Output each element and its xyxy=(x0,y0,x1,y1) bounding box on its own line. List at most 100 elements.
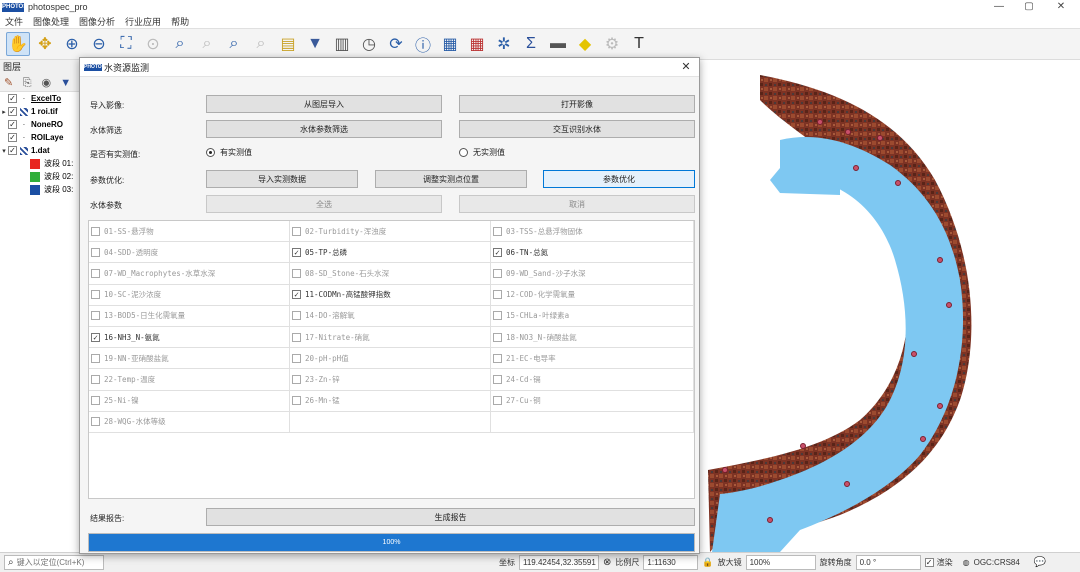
measure-icon[interactable]: ▬ xyxy=(546,32,570,56)
param-checkbox[interactable] xyxy=(493,311,502,321)
param-item[interactable]: 28-WQG-水体等级 xyxy=(89,411,290,433)
messages-icon[interactable]: 💬 xyxy=(1034,557,1046,568)
refresh-icon[interactable]: ⟳ xyxy=(384,32,408,56)
layer-row[interactable]: ▾ ✓ 1.dat xyxy=(0,144,79,157)
param-checkbox[interactable] xyxy=(292,374,301,384)
style-icon[interactable]: ✎ xyxy=(4,76,18,90)
param-checkbox[interactable] xyxy=(292,332,301,342)
lock-icon[interactable]: 🔒 xyxy=(702,557,713,568)
from-layer-button[interactable]: 从图层导入 xyxy=(206,95,442,113)
calculator-icon[interactable]: ▦ xyxy=(465,32,489,56)
param-item[interactable]: 10-SC-泥沙浓度 xyxy=(89,284,290,306)
globe-icon[interactable]: ◍ xyxy=(963,558,970,567)
param-item[interactable]: 23-Zn-锌 xyxy=(290,369,491,391)
render-checkbox[interactable]: ✓ xyxy=(924,558,934,567)
radio-no-dot[interactable] xyxy=(459,148,468,157)
param-item[interactable]: 13-BOD5-日生化需氧量 xyxy=(89,305,290,327)
magnifier-value[interactable]: 100% xyxy=(745,555,816,570)
zoom-selection-icon[interactable]: ⌕ xyxy=(168,32,192,56)
locator-input[interactable] xyxy=(16,558,97,567)
layer-visibility-checkbox[interactable]: ✓ xyxy=(8,94,17,103)
clock-icon[interactable]: ◷ xyxy=(357,32,381,56)
zoom-layer-icon[interactable]: ⊙ xyxy=(141,32,165,56)
adjust-points-button[interactable]: 调整实测点位置 xyxy=(375,170,527,188)
param-item[interactable]: 03-TSS-总悬浮物固体 xyxy=(491,221,694,243)
param-item[interactable]: 25-Ni-镍 xyxy=(89,390,290,412)
search-icon[interactable]: ⚙ xyxy=(600,32,624,56)
layer-visibility-checkbox[interactable]: ✓ xyxy=(8,133,17,142)
gear-icon[interactable]: ✲ xyxy=(492,32,516,56)
param-checkbox[interactable] xyxy=(292,396,301,406)
sum-icon[interactable]: Σ xyxy=(519,32,543,56)
param-item[interactable]: 17-Nitrate-硝氮 xyxy=(290,326,491,349)
menu-image-processing[interactable]: 图像处理 xyxy=(28,15,74,28)
param-item[interactable]: 02-Turbidity-浑浊度 xyxy=(290,221,491,243)
menu-help[interactable]: 帮助 xyxy=(166,15,194,28)
zoom-in-icon[interactable]: ⊕ xyxy=(60,32,84,56)
text-tool-icon[interactable]: T xyxy=(627,32,651,56)
crs-toggle-icon[interactable]: ⊗ xyxy=(603,557,611,568)
param-item[interactable]: ✓ 05-TP-总磷 xyxy=(290,242,491,264)
param-item[interactable]: 14-DO-溶解氧 xyxy=(290,305,491,327)
interactive-identify-button[interactable]: 交互识别水体 xyxy=(459,120,695,138)
param-item[interactable]: 22-Temp-温度 xyxy=(89,369,290,391)
param-checkbox[interactable] xyxy=(493,268,502,278)
pan-hand-icon[interactable]: ✋ xyxy=(6,32,30,56)
layer-row[interactable]: ✓ · ROILaye xyxy=(0,131,79,144)
visibility-icon[interactable]: ◉ xyxy=(42,76,56,90)
zoom-next-icon[interactable]: ⌕ xyxy=(249,32,273,56)
param-item[interactable]: 18-NO3_N-硝酸盐氮 xyxy=(491,326,694,349)
generate-report-button[interactable]: 生成报告 xyxy=(206,508,695,526)
select-all-button[interactable]: 全选 xyxy=(206,195,442,213)
param-item[interactable]: 24-Cd-镉 xyxy=(491,369,694,391)
minimize-icon[interactable]: — xyxy=(984,0,1014,14)
crs-value[interactable]: OGC:CRS84 xyxy=(974,558,1020,567)
cancel-button[interactable]: 取消 xyxy=(459,195,695,213)
scale-value[interactable]: 1:11630 xyxy=(643,555,699,570)
param-item[interactable]: 21-EC-电导率 xyxy=(491,348,694,370)
maximize-icon[interactable]: ▢ xyxy=(1014,0,1044,14)
param-checkbox[interactable] xyxy=(91,290,100,300)
expand-icon[interactable]: ▾ xyxy=(0,147,8,155)
bookmark-icon[interactable]: ▼ xyxy=(303,32,327,56)
param-checkbox[interactable] xyxy=(493,396,502,406)
param-checkbox[interactable] xyxy=(91,374,100,384)
layer-row[interactable]: ▸ ✓ 1 roi.tif xyxy=(0,105,79,118)
param-item[interactable]: ✓ 11-CODMn-高锰酸钾指数 xyxy=(290,284,491,306)
param-checkbox[interactable] xyxy=(91,417,100,427)
param-checkbox[interactable] xyxy=(91,396,100,406)
identify-icon[interactable]: ⓘ xyxy=(411,32,435,56)
expand-icon[interactable]: ▸ xyxy=(0,108,8,116)
open-image-button[interactable]: 打开影像 xyxy=(459,95,695,113)
param-checkbox[interactable] xyxy=(292,353,301,363)
zoom-extent-icon[interactable]: ⛶ xyxy=(114,32,138,56)
menu-industry[interactable]: 行业应用 xyxy=(120,15,166,28)
layer-visibility-checkbox[interactable]: ✓ xyxy=(8,107,17,116)
radio-has-measured[interactable]: 有实测值 xyxy=(206,147,252,158)
param-filter-button[interactable]: 水体参数筛选 xyxy=(206,120,442,138)
new-layer-icon[interactable]: ▤ xyxy=(276,32,300,56)
radio-yes-dot[interactable] xyxy=(206,148,215,157)
param-checkbox[interactable] xyxy=(91,268,100,278)
param-checkbox[interactable] xyxy=(493,332,502,342)
layer-row[interactable]: ✓ · ExcelTo xyxy=(0,92,79,105)
menu-file[interactable]: 文件 xyxy=(0,15,28,28)
param-checkbox[interactable] xyxy=(493,353,502,363)
import-measured-button[interactable]: 导入实测数据 xyxy=(206,170,358,188)
rotation-value[interactable]: 0.0 ° xyxy=(855,555,921,570)
param-item[interactable]: 12-COD-化学需氧量 xyxy=(491,284,694,306)
param-checkbox[interactable] xyxy=(91,226,100,236)
filter-icon[interactable]: ▼ xyxy=(60,76,74,90)
dialog-close-icon[interactable]: ✕ xyxy=(679,60,693,74)
param-item[interactable]: 09-WD_Sand-沙子水深 xyxy=(491,263,694,285)
layer-visibility-checkbox[interactable]: ✓ xyxy=(8,146,17,155)
param-checkbox[interactable] xyxy=(292,268,301,278)
param-item[interactable]: 19-NN-亚硝酸盐氮 xyxy=(89,348,290,370)
param-item[interactable]: 08-SD_Stone-石头水深 xyxy=(290,263,491,285)
param-checkbox[interactable]: ✓ xyxy=(493,247,502,257)
annotation-icon[interactable]: ◆ xyxy=(573,32,597,56)
param-item[interactable]: 20-pH-pH值 xyxy=(290,348,491,370)
layer-visibility-checkbox[interactable]: ✓ xyxy=(8,120,17,129)
param-checkbox[interactable]: ✓ xyxy=(292,290,301,300)
param-checkbox[interactable]: ✓ xyxy=(91,332,100,342)
